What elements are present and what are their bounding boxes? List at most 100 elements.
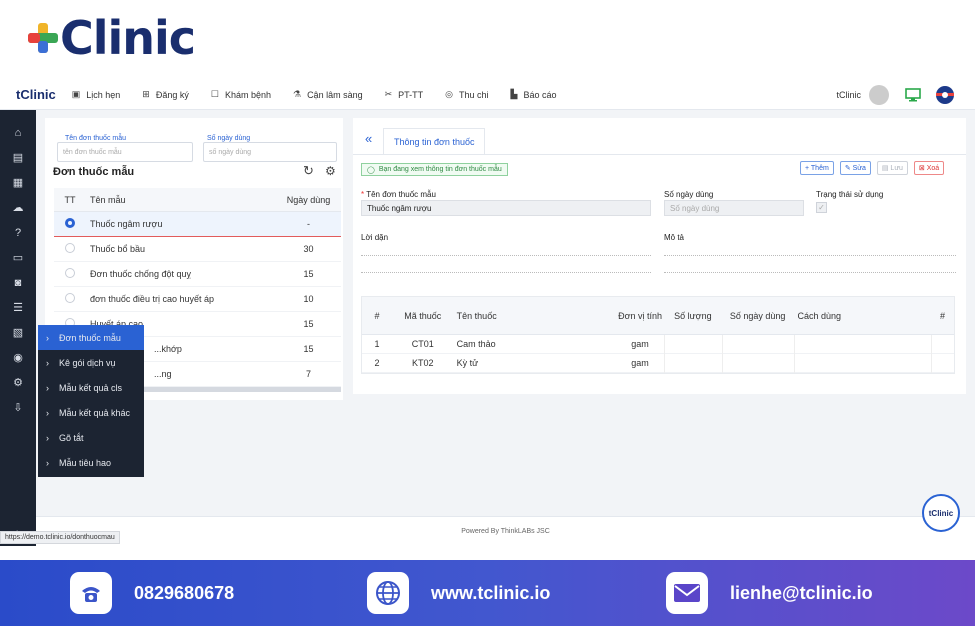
- download-icon[interactable]: ⇩: [0, 395, 36, 420]
- contact-footer: 0829680678 www.tclinic.io lienhe@tclinic…: [0, 560, 975, 626]
- usage-cell[interactable]: [793, 353, 932, 373]
- contact-email[interactable]: lienhe@tclinic.io: [666, 572, 873, 614]
- register-box-icon[interactable]: ▦: [0, 170, 36, 195]
- list-icon[interactable]: ☰: [0, 295, 36, 320]
- tab-drug-info[interactable]: Thông tin đơn thuốc: [383, 128, 486, 154]
- action-toolbar: + Thêm ✎ Sửa ▤ Lưu ⊠ Xoá: [800, 161, 945, 175]
- nav-item-appointments[interactable]: ▣ Lịch hẹn: [72, 89, 121, 100]
- nav-brand[interactable]: tClinic: [16, 87, 56, 102]
- drug-table-header: # Mã thuốc Tên thuốc Đơn vị tính Số lượn…: [362, 297, 954, 335]
- days-field-input[interactable]: Số ngày dùng: [664, 200, 804, 216]
- scissors-icon: ✂: [384, 89, 393, 99]
- filter-days-label: Số ngày dùng: [205, 135, 253, 142]
- usage-cell[interactable]: [793, 334, 932, 354]
- home-icon[interactable]: ⌂: [0, 120, 36, 145]
- submenu-item-other-results[interactable]: › Mẫu kết quả khác: [38, 400, 144, 425]
- submenu-item-consumables[interactable]: › Mẫu tiêu hao: [38, 450, 144, 475]
- refresh-icon[interactable]: ↻: [303, 163, 314, 179]
- advice-field-line-1[interactable]: [361, 255, 651, 256]
- submenu-item-prescription-templates[interactable]: › Đơn thuốc mẫu: [38, 325, 144, 350]
- name-field-input[interactable]: Thuốc ngâm rượu: [361, 200, 651, 216]
- col-tt: TT: [64, 194, 76, 205]
- table-row[interactable]: Đơn thuốc chống đột quỵ 15: [54, 262, 341, 287]
- active-checkbox[interactable]: ✓: [816, 202, 827, 213]
- chat-bubble-button[interactable]: tClinic: [922, 494, 960, 532]
- nav-item-lab[interactable]: ⚗ Cận lâm sàng: [293, 89, 363, 100]
- filter-name-group: Tên đơn thuốc mẫu tên đơn thuốc mẫu: [57, 124, 193, 162]
- col-name: Tên mẫu: [90, 194, 126, 205]
- logo-cross-icon: [28, 23, 58, 53]
- collapse-back-icon[interactable]: «: [365, 131, 372, 146]
- filter-days-input[interactable]: số ngày dùng: [203, 142, 337, 162]
- id-card-icon[interactable]: ▤: [0, 145, 36, 170]
- row-radio[interactable]: [65, 293, 75, 303]
- table-row[interactable]: đơn thuốc điều trị cao huyết áp 10: [54, 287, 341, 312]
- table-header: TT Tên mẫu Ngày dùng: [54, 188, 341, 212]
- money-icon: ◎: [445, 89, 453, 99]
- filter-name-label: Tên đơn thuốc mẫu: [63, 135, 129, 142]
- days-cell[interactable]: [721, 353, 794, 373]
- settings-icon[interactable]: ⚙: [0, 370, 36, 395]
- days-field-label: Số ngày dùng: [664, 190, 714, 199]
- submenu-item-service-packages[interactable]: › Kê gói dịch vụ: [38, 350, 144, 375]
- chevron-right-icon: ›: [46, 357, 49, 368]
- help-icon[interactable]: ?: [0, 220, 36, 245]
- list-title: Đơn thuốc mẫu: [53, 166, 135, 178]
- chevron-right-icon: ›: [46, 457, 49, 468]
- powered-by: Powered By ThinkLABs JSC: [36, 516, 975, 546]
- chevron-right-icon: ›: [46, 432, 49, 443]
- user-name: tClinic: [836, 89, 861, 100]
- col-days: Ngày dùng: [286, 194, 331, 205]
- description-field-line-2[interactable]: [664, 272, 956, 273]
- contact-phone[interactable]: 0829680678: [70, 572, 234, 614]
- table-row[interactable]: 1 CT01 Cam thảo gam: [362, 334, 954, 354]
- filter-days-group: Số ngày dùng số ngày dùng: [203, 124, 337, 162]
- nav-item-register[interactable]: ⊞ Đăng ký: [142, 89, 189, 100]
- quantity-cell[interactable]: [663, 334, 722, 354]
- nav-item-reports[interactable]: ▙ Báo cáo: [511, 89, 557, 100]
- lab-icon: ⚗: [292, 89, 302, 99]
- save-button[interactable]: ▤ Lưu: [876, 161, 908, 175]
- status-field-label: Trạng thái sử dụng: [816, 190, 884, 199]
- avatar[interactable]: [869, 84, 889, 105]
- card-icon[interactable]: ▭: [0, 245, 36, 270]
- money-box-icon[interactable]: ◙: [0, 270, 36, 295]
- row-radio[interactable]: [65, 243, 75, 253]
- add-button[interactable]: + Thêm: [800, 161, 834, 175]
- table-row[interactable]: Thuốc bổ bầu 30: [54, 237, 341, 262]
- nav-item-finance[interactable]: ◎ Thu chi: [445, 89, 488, 100]
- days-cell[interactable]: [721, 334, 794, 354]
- user-circle-icon[interactable]: ◉: [0, 345, 36, 370]
- status-badge: ◯ Bạn đang xem thông tin đơn thuốc mẫu: [361, 163, 508, 176]
- nav-item-exam[interactable]: ☐ Khám bệnh: [211, 89, 271, 100]
- submenu-item-shortcuts[interactable]: › Gõ tắt: [38, 425, 144, 450]
- drug-table: # Mã thuốc Tên thuốc Đơn vị tính Số lượn…: [361, 296, 955, 374]
- submenu-item-cls-results[interactable]: › Mẫu kết quả cls: [38, 375, 144, 400]
- info-circle-icon: ◯: [367, 166, 375, 174]
- top-navbar: tClinic ▣ Lịch hẹn ⊞ Đăng ký ☐ Khám bệnh ⚗ C…: [0, 80, 975, 110]
- description-field-line-1[interactable]: [664, 255, 956, 256]
- chevron-right-icon: ›: [46, 382, 49, 393]
- language-flag-icon[interactable]: [935, 85, 955, 105]
- document-icon[interactable]: ▧: [0, 320, 36, 345]
- chevron-right-icon: ›: [46, 407, 49, 418]
- quantity-cell[interactable]: [663, 353, 722, 373]
- monitor-icon[interactable]: [905, 87, 921, 102]
- delete-button[interactable]: ⊠ Xoá: [913, 161, 945, 175]
- table-row[interactable]: 2 KT02 Kỳ tử gam: [362, 353, 954, 373]
- nav-item-surgery[interactable]: ✂ PT-TT: [385, 89, 424, 100]
- filter-name-input[interactable]: tên đơn thuốc mẫu: [57, 142, 193, 162]
- settings-gear-icon[interactable]: ⚙: [325, 164, 336, 178]
- row-radio[interactable]: [65, 268, 75, 278]
- contact-website[interactable]: www.tclinic.io: [367, 572, 550, 614]
- row-radio[interactable]: [65, 218, 75, 228]
- cloud-icon[interactable]: ☁: [0, 195, 36, 220]
- edit-button[interactable]: ✎ Sửa: [839, 161, 871, 175]
- advice-field-line-2[interactable]: [361, 272, 651, 273]
- phone-icon: [70, 572, 112, 614]
- hero-logo: Clinic: [28, 10, 196, 66]
- register-icon: ⊞: [142, 89, 150, 99]
- globe-icon: [367, 572, 409, 614]
- table-row[interactable]: Thuốc ngâm rượu -: [54, 212, 341, 237]
- flyout-submenu: › Đơn thuốc mẫu › Kê gói dịch vụ › Mẫu kết …: [38, 325, 144, 477]
